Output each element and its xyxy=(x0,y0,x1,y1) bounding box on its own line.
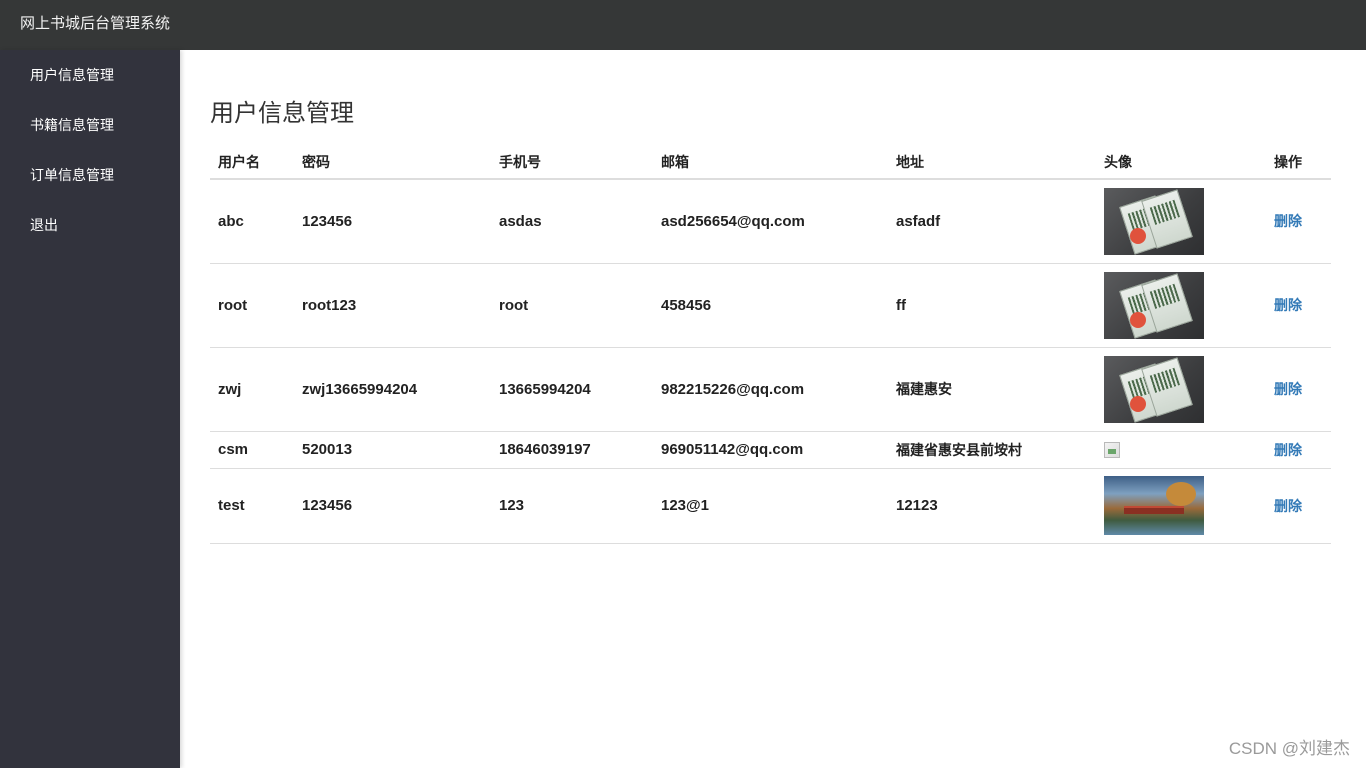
top-navbar: 网上书城后台管理系统 xyxy=(0,0,1366,50)
cell-address: 福建省惠安县前垵村 xyxy=(888,431,1096,469)
page-title: 用户信息管理 xyxy=(210,100,354,127)
header-username: 用户名 xyxy=(210,146,294,180)
header-password: 密码 xyxy=(294,146,491,180)
cell-avatar xyxy=(1096,347,1266,432)
cell-action: 删除 xyxy=(1266,263,1331,348)
sidebar-item-user-management[interactable]: 用户信息管理 xyxy=(0,50,180,100)
cell-username: zwj xyxy=(210,347,294,432)
watermark: CSDN @刘建杰 xyxy=(1228,739,1350,758)
cell-avatar xyxy=(1096,468,1266,544)
cell-password: zwj13665994204 xyxy=(294,347,491,432)
cell-avatar xyxy=(1096,263,1266,348)
cell-action: 删除 xyxy=(1266,431,1331,469)
delete-link[interactable]: 删除 xyxy=(1274,498,1302,514)
cell-action: 删除 xyxy=(1266,468,1331,544)
avatar-image xyxy=(1104,476,1204,535)
cell-email: asd256654@qq.com xyxy=(653,179,888,264)
cell-avatar xyxy=(1096,179,1266,264)
delete-link[interactable]: 删除 xyxy=(1274,442,1302,458)
table-row: root root123 root 458456 ff 删除 xyxy=(210,263,1331,348)
table-header-row: 用户名 密码 手机号 邮箱 地址 头像 操作 xyxy=(210,146,1331,180)
cell-address: 福建惠安 xyxy=(888,347,1096,432)
header-avatar: 头像 xyxy=(1096,146,1266,180)
cell-password: 123456 xyxy=(294,179,491,264)
cell-username: root xyxy=(210,263,294,348)
cell-phone: 18646039197 xyxy=(491,431,653,469)
header-phone: 手机号 xyxy=(491,146,653,180)
avatar-image xyxy=(1104,271,1204,339)
cell-username: test xyxy=(210,468,294,544)
cell-username: abc xyxy=(210,179,294,264)
cell-password: 123456 xyxy=(294,468,491,544)
sidebar-item-book-management[interactable]: 书籍信息管理 xyxy=(0,100,180,150)
delete-link[interactable]: 删除 xyxy=(1274,381,1302,397)
cell-phone: 13665994204 xyxy=(491,347,653,432)
cell-address: asfadf xyxy=(888,179,1096,264)
cell-password: root123 xyxy=(294,263,491,348)
table-row: abc 123456 asdas asd256654@qq.com asfadf… xyxy=(210,179,1331,264)
cell-action: 删除 xyxy=(1266,347,1331,432)
table-row: csm 520013 18646039197 969051142@qq.com … xyxy=(210,431,1331,469)
cell-avatar xyxy=(1096,431,1266,469)
main-content: 用户信息管理 用户名 密码 手机号 邮箱 地址 头像 操作 abc 123456… xyxy=(210,50,1331,544)
cell-password: 520013 xyxy=(294,431,491,469)
cell-phone: 123 xyxy=(491,468,653,544)
avatar-image xyxy=(1104,355,1204,423)
users-table: 用户名 密码 手机号 邮箱 地址 头像 操作 abc 123456 asdas … xyxy=(210,146,1331,544)
cell-address: ff xyxy=(888,263,1096,348)
header-email: 邮箱 xyxy=(653,146,888,180)
cell-phone: asdas xyxy=(491,179,653,264)
cell-phone: root xyxy=(491,263,653,348)
cell-email: 458456 xyxy=(653,263,888,348)
header-action: 操作 xyxy=(1266,146,1331,180)
sidebar-item-order-management[interactable]: 订单信息管理 xyxy=(0,150,180,200)
cell-email: 123@1 xyxy=(653,468,888,544)
sidebar: 用户信息管理 书籍信息管理 订单信息管理 退出 xyxy=(0,50,180,768)
app-title[interactable]: 网上书城后台管理系统 xyxy=(20,14,170,34)
table-row: test 123456 123 123@1 12123 删除 xyxy=(210,468,1331,544)
sidebar-item-logout[interactable]: 退出 xyxy=(0,200,180,250)
avatar-image xyxy=(1104,187,1204,255)
header-address: 地址 xyxy=(888,146,1096,180)
broken-image-icon xyxy=(1104,441,1120,458)
delete-link[interactable]: 删除 xyxy=(1274,297,1302,313)
cell-address: 12123 xyxy=(888,468,1096,544)
cell-email: 982215226@qq.com xyxy=(653,347,888,432)
cell-username: csm xyxy=(210,431,294,469)
table-row: zwj zwj13665994204 13665994204 982215226… xyxy=(210,347,1331,432)
delete-link[interactable]: 删除 xyxy=(1274,213,1302,229)
cell-email: 969051142@qq.com xyxy=(653,431,888,469)
cell-action: 删除 xyxy=(1266,179,1331,264)
